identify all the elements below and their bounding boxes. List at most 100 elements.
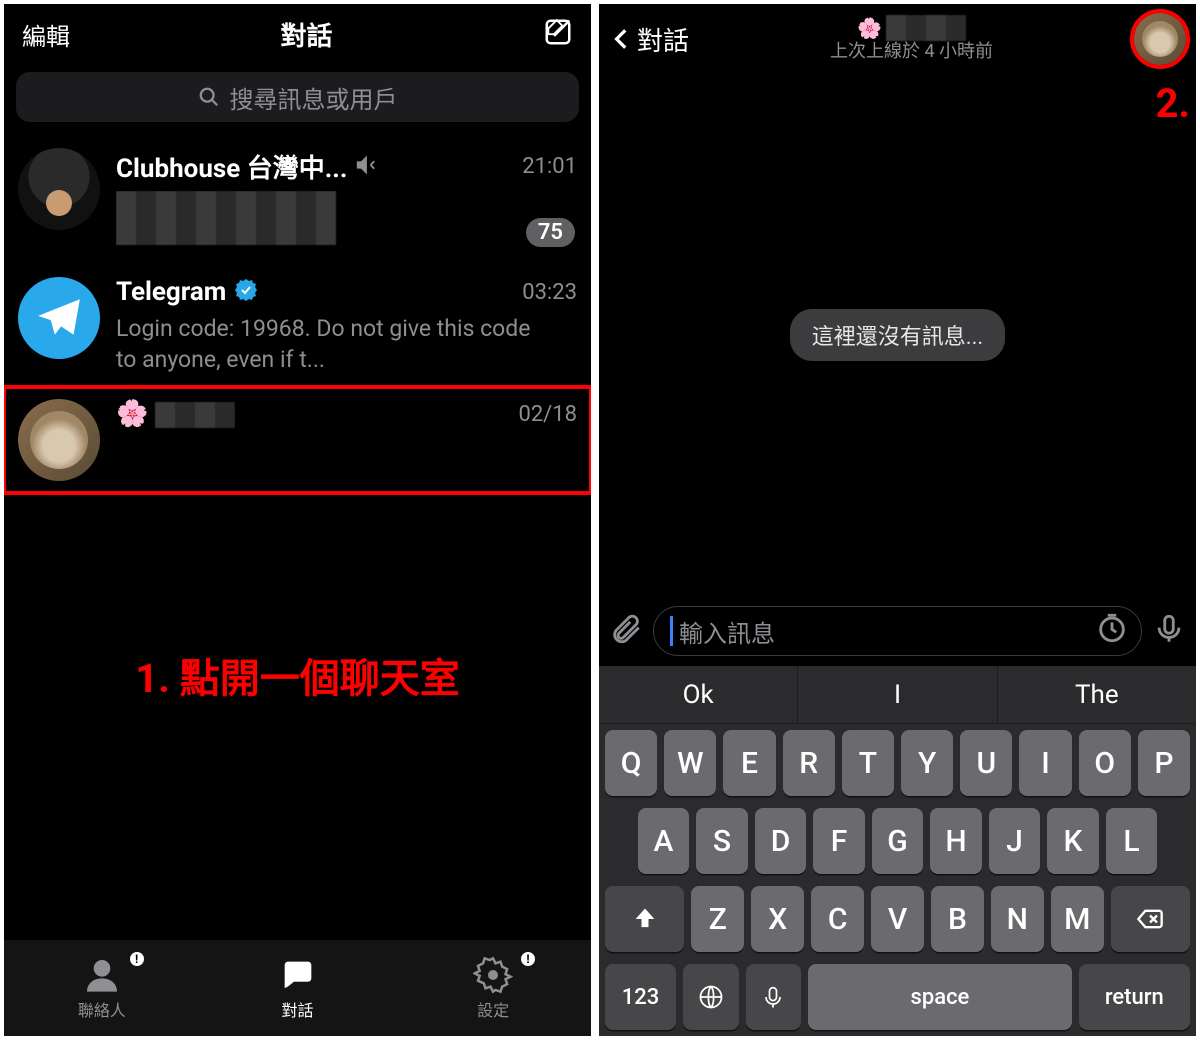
conversation-header: 對話 🌸 上次上線於 4 小時前: [599, 4, 1196, 74]
key-q[interactable]: Q: [605, 730, 657, 796]
key-s[interactable]: S: [696, 808, 748, 874]
contacts-icon: [82, 955, 122, 995]
key-b[interactable]: B: [931, 886, 984, 952]
tab-settings[interactable]: ! 設定: [395, 940, 591, 1036]
key-n[interactable]: N: [991, 886, 1044, 952]
tab-bar: ! 聯絡人 對話 ! 設定: [4, 940, 591, 1036]
avatar: [18, 399, 100, 481]
suggestion-row: Ok I The: [599, 666, 1196, 724]
verified-icon: [234, 278, 258, 306]
chat-time: 02/18: [518, 402, 577, 427]
chat-name: Clubhouse 台灣中...: [116, 148, 347, 185]
key-a[interactable]: A: [638, 808, 690, 874]
tab-chats[interactable]: 對話: [200, 940, 396, 1036]
key-h[interactable]: H: [930, 808, 982, 874]
key-k[interactable]: K: [1047, 808, 1099, 874]
globe-icon: [697, 983, 725, 1011]
key-m[interactable]: M: [1051, 886, 1104, 952]
conversation-screen: 對話 🌸 上次上線於 4 小時前 2. 這裡還沒有訊息... 輸入訊息 Ok: [595, 0, 1200, 1040]
annotation-step-1: 1. 點開一個聊天室: [4, 646, 591, 704]
empty-state: 這裡還沒有訊息...: [790, 309, 1005, 361]
conversation-title: 🌸: [857, 15, 966, 41]
badge-dot: !: [519, 950, 537, 968]
key-d[interactable]: D: [755, 808, 807, 874]
settings-icon: [473, 955, 513, 995]
key-j[interactable]: J: [989, 808, 1041, 874]
key-p[interactable]: P: [1138, 730, 1190, 796]
telegram-icon: [34, 293, 84, 343]
key-e[interactable]: E: [723, 730, 775, 796]
chat-list-header: 編輯 對話: [4, 4, 591, 64]
backspace-icon: [1136, 905, 1164, 933]
key-v[interactable]: V: [871, 886, 924, 952]
search-icon: [198, 86, 220, 108]
keyboard: Ok I The Q W E R T Y U I O P A S D: [599, 666, 1196, 1036]
key-x[interactable]: X: [751, 886, 804, 952]
edit-button[interactable]: 編輯: [22, 17, 70, 52]
shift-icon: [631, 905, 659, 933]
message-input[interactable]: 輸入訊息: [653, 606, 1142, 656]
key-r[interactable]: R: [783, 730, 835, 796]
key-dictation[interactable]: [746, 964, 802, 1030]
timer-icon: [1095, 611, 1129, 645]
key-row-1: Q W E R T Y U I O P: [599, 724, 1196, 802]
key-globe[interactable]: [683, 964, 739, 1030]
chat-name: 🌸: [116, 399, 235, 429]
key-w[interactable]: W: [664, 730, 716, 796]
avatar: [18, 277, 100, 359]
chat-time: 21:01: [522, 154, 577, 179]
compose-button[interactable]: [543, 17, 573, 51]
unread-badge: 75: [526, 218, 575, 247]
key-g[interactable]: G: [872, 808, 924, 874]
self-destruct-button[interactable]: [1095, 611, 1129, 651]
chat-preview: [116, 191, 546, 253]
badge-dot: !: [128, 950, 146, 968]
key-f[interactable]: F: [813, 808, 865, 874]
key-c[interactable]: C: [811, 886, 864, 952]
tab-label: 設定: [477, 997, 509, 1021]
key-i[interactable]: I: [1019, 730, 1071, 796]
key-y[interactable]: Y: [901, 730, 953, 796]
key-row-3: Z X C V B N M: [599, 880, 1196, 958]
muted-icon: [355, 154, 377, 180]
message-area[interactable]: 這裡還沒有訊息...: [599, 74, 1196, 596]
back-button[interactable]: 對話: [609, 21, 689, 58]
chat-name: Telegram: [116, 277, 226, 307]
input-placeholder: 輸入訊息: [679, 614, 775, 649]
suggestion[interactable]: I: [798, 666, 997, 723]
chat-time: 03:23: [522, 280, 577, 305]
chat-row-highlighted[interactable]: 🌸 02/18: [4, 387, 591, 493]
key-return[interactable]: return: [1079, 964, 1190, 1030]
voice-button[interactable]: [1152, 612, 1186, 650]
key-o[interactable]: O: [1079, 730, 1131, 796]
attach-button[interactable]: [609, 612, 643, 650]
search-input[interactable]: 搜尋訊息或用戶: [16, 72, 579, 122]
key-l[interactable]: L: [1106, 808, 1158, 874]
profile-avatar-button[interactable]: [1134, 13, 1186, 65]
search-placeholder: 搜尋訊息或用戶: [230, 80, 398, 115]
chat-row[interactable]: Telegram 03:23 Login code: 19968. Do not…: [4, 265, 591, 387]
tab-contacts[interactable]: ! 聯絡人: [4, 940, 200, 1036]
last-seen-status: 上次上線於 4 小時前: [830, 41, 993, 63]
suggestion[interactable]: The: [998, 666, 1196, 723]
compose-icon: [543, 17, 573, 47]
mic-icon: [759, 983, 787, 1011]
suggestion[interactable]: Ok: [599, 666, 798, 723]
key-row-2: A S D F G H J K L: [599, 802, 1196, 880]
key-backspace[interactable]: [1111, 886, 1190, 952]
chat-list-screen: 編輯 對話 搜尋訊息或用戶 Clubhouse 台灣中... 21:01 75: [0, 0, 595, 1040]
key-u[interactable]: U: [960, 730, 1012, 796]
key-row-4: 123 space return: [599, 958, 1196, 1036]
key-z[interactable]: Z: [691, 886, 744, 952]
tab-label: 對話: [282, 997, 314, 1021]
chat-row[interactable]: Clubhouse 台灣中... 21:01 75: [4, 136, 591, 265]
key-shift[interactable]: [605, 886, 684, 952]
key-t[interactable]: T: [842, 730, 894, 796]
key-space[interactable]: space: [808, 964, 1071, 1030]
mic-icon: [1152, 612, 1186, 646]
paperclip-icon: [609, 612, 643, 646]
avatar: [18, 148, 100, 230]
chat-preview: Login code: 19968. Do not give this code…: [116, 313, 546, 375]
chevron-left-icon: [609, 22, 635, 56]
key-123[interactable]: 123: [605, 964, 676, 1030]
